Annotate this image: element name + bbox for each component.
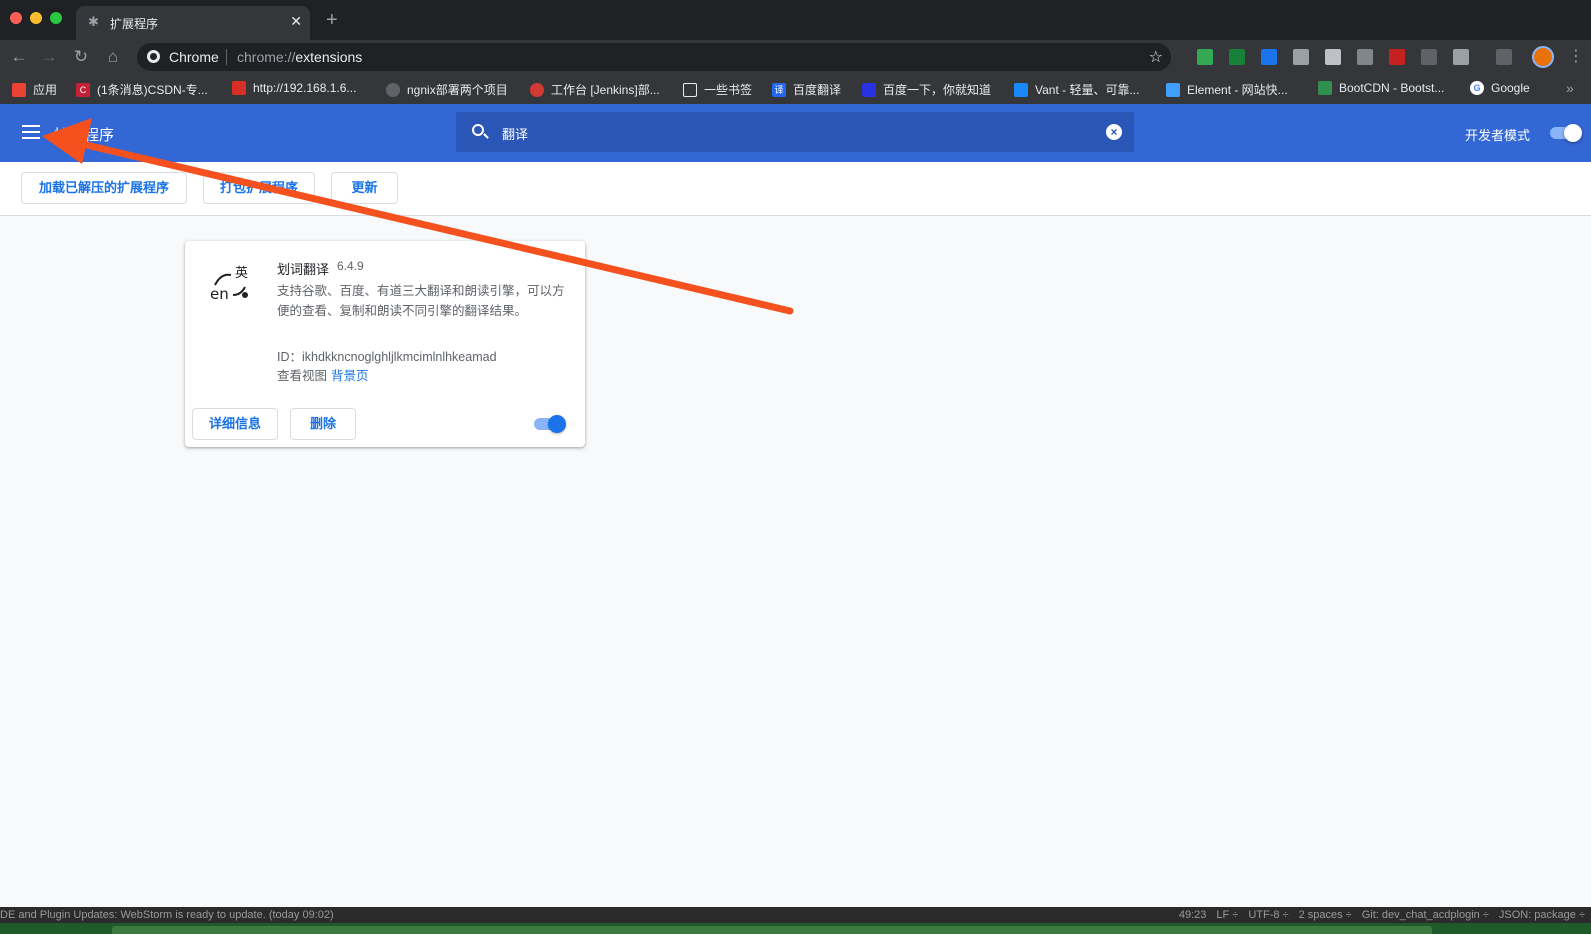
pack-extension-button[interactable]: 打包扩展程序: [203, 172, 315, 204]
extension-enable-toggle[interactable]: [534, 415, 566, 433]
details-button[interactable]: 详细信息: [192, 408, 278, 440]
search-input[interactable]: 翻译: [502, 124, 528, 143]
bookmark-star-icon[interactable]: ☆: [1149, 47, 1163, 67]
bookmarks-bar: 应用 C (1条消息)CSDN-专... http://192.168.1.6..…: [0, 74, 1591, 104]
csdn-icon: C: [76, 82, 90, 97]
desktop-dock: [0, 923, 1591, 934]
bookmark-item[interactable]: 工作台 [Jenkins]部...: [530, 81, 660, 98]
bookmark-item[interactable]: 译百度翻译: [772, 81, 841, 98]
remove-button[interactable]: 删除: [290, 408, 356, 440]
bookmark-item[interactable]: 百度一下，你就知道: [862, 81, 991, 98]
extension-description: 支持谷歌、百度、有道三大翻译和朗读引擎，可以方便的查看、复制和朗读不同引擎的翻译…: [277, 284, 565, 318]
bookmark-item[interactable]: G Google: [1470, 81, 1530, 95]
update-button[interactable]: 更新: [331, 172, 398, 204]
search-box[interactable]: 翻译 ×: [456, 112, 1134, 152]
close-window-button[interactable]: [10, 12, 22, 24]
minimize-window-button[interactable]: [30, 12, 42, 24]
developer-mode-label: 开发者模式: [1465, 128, 1531, 143]
extension-version: 6.4.9: [337, 259, 364, 273]
extension-name: 划词翻译: [277, 262, 330, 277]
tab-close-icon[interactable]: ✕: [290, 13, 302, 29]
extension-qr-icon[interactable]: [1229, 49, 1245, 65]
bookmark-item[interactable]: 一些书签: [683, 81, 752, 98]
developer-toolbar: 加载已解压的扩展程序 打包扩展程序 更新: [0, 162, 1591, 216]
cursor-position[interactable]: 49:23: [1179, 909, 1207, 921]
extension-vue-icon[interactable]: [1453, 49, 1469, 65]
back-arrow-icon[interactable]: ←: [8, 46, 30, 68]
browser-tabstrip: ✱ 扩展程序 ✕ +: [0, 0, 1591, 40]
bootcdn-icon: [1318, 81, 1332, 95]
extension-js-icon[interactable]: [1389, 49, 1405, 65]
background-page-link[interactable]: 背景页: [331, 369, 369, 383]
svg-text:英: 英: [235, 266, 248, 281]
more-menu-icon[interactable]: ⋮: [1568, 46, 1584, 66]
browser-toolbar: ← → ↻ ⌂ Chrome chrome://extensions ☆ ⋮: [0, 40, 1591, 74]
url-text[interactable]: chrome://extensions: [237, 49, 362, 65]
extension-search-icon[interactable]: [1325, 49, 1341, 65]
hamburger-menu-icon[interactable]: [22, 125, 40, 139]
bookmark-item[interactable]: Element - 网站快...: [1166, 81, 1288, 98]
new-tab-button[interactable]: +: [326, 10, 338, 30]
bookmark-item[interactable]: ngnix部署两个项目: [386, 81, 508, 98]
address-bar[interactable]: Chrome chrome://extensions ☆: [137, 43, 1171, 71]
home-icon[interactable]: ⌂: [102, 46, 124, 68]
extensions-header: 扩展程序 翻译 × 开发者模式: [0, 104, 1591, 162]
element-icon: [1166, 82, 1180, 97]
profile-avatar[interactable]: [1532, 46, 1554, 68]
load-unpacked-button[interactable]: 加载已解压的扩展程序: [21, 172, 187, 204]
forward-arrow-icon[interactable]: →: [38, 46, 60, 68]
json-schema[interactable]: JSON: package ÷: [1499, 909, 1585, 921]
svg-text:en: en: [210, 285, 229, 303]
extension-colorful-icon[interactable]: [1197, 49, 1213, 65]
globe-icon: [386, 82, 400, 97]
developer-mode-toggle[interactable]: [1550, 124, 1582, 142]
file-encoding[interactable]: UTF-8 ÷: [1248, 909, 1288, 921]
search-icon: [472, 124, 484, 136]
extension-notes-icon[interactable]: [1293, 49, 1309, 65]
extension-logo: 英 en: [210, 266, 248, 303]
page-title: 扩展程序: [54, 127, 115, 144]
tab-title: 扩展程序: [110, 17, 159, 31]
bookmark-item[interactable]: Vant - 轻量、可靠...: [1014, 81, 1139, 98]
extension-jb-icon[interactable]: [1421, 49, 1437, 65]
ide-status-widgets: 49:23 LF ÷ UTF-8 ÷ 2 spaces ÷ Git: dev_c…: [1179, 909, 1585, 921]
bookmark-item[interactable]: BootCDN - Bootst...: [1318, 81, 1444, 95]
ide-update-message[interactable]: DE and Plugin Updates: WebStorm is ready…: [0, 909, 334, 921]
chrome-page-icon: [147, 50, 160, 63]
folder-icon: [683, 82, 697, 97]
omnibox-chrome-label: Chrome: [169, 49, 219, 65]
ide-status-bar: DE and Plugin Updates: WebStorm is ready…: [0, 907, 1591, 923]
extension-id: ID：ikhdkkncnoglghljlkmcimlnlhkeamad: [277, 350, 497, 364]
puzzle-icon: ✱: [88, 14, 99, 29]
tab-extensions[interactable]: ✱ 扩展程序 ✕: [76, 6, 310, 40]
extension-off-icon[interactable]: [1261, 49, 1277, 65]
vant-icon: [1014, 82, 1028, 97]
indent-setting[interactable]: 2 spaces ÷: [1299, 909, 1352, 921]
bookmark-item[interactable]: 应用: [12, 81, 57, 98]
clear-search-icon[interactable]: ×: [1106, 124, 1122, 140]
google-icon: G: [1470, 81, 1484, 95]
dock-shelf: [112, 926, 1432, 934]
bookmark-item[interactable]: C (1条消息)CSDN-专...: [76, 81, 208, 98]
jenkins-icon: [530, 82, 544, 97]
extension-card: 英 en 划词翻译 6.4.9 支持谷歌、百度、有道三大翻译和朗读引擎，可以方便…: [185, 241, 585, 447]
bookmark-item[interactable]: http://192.168.1.6...: [232, 81, 356, 95]
inspect-views: 查看视图 背景页: [277, 365, 369, 384]
maximize-window-button[interactable]: [50, 12, 62, 24]
baidu-translate-icon: 译: [772, 82, 786, 97]
line-separator[interactable]: LF ÷: [1216, 909, 1238, 921]
git-branch[interactable]: Git: dev_chat_acdplogin ÷: [1362, 909, 1489, 921]
inspect-views-label: 查看视图: [277, 369, 328, 383]
reload-icon[interactable]: ↻: [70, 46, 92, 68]
apps-grid-icon: [12, 82, 26, 97]
reading-list-icon[interactable]: [1496, 49, 1512, 65]
bookmark-red-icon: [232, 81, 246, 95]
bookmarks-overflow-icon[interactable]: »: [1566, 80, 1574, 96]
omnibox-divider: [226, 49, 227, 65]
extension-vi-icon[interactable]: [1357, 49, 1373, 65]
baidu-icon: [862, 82, 876, 97]
